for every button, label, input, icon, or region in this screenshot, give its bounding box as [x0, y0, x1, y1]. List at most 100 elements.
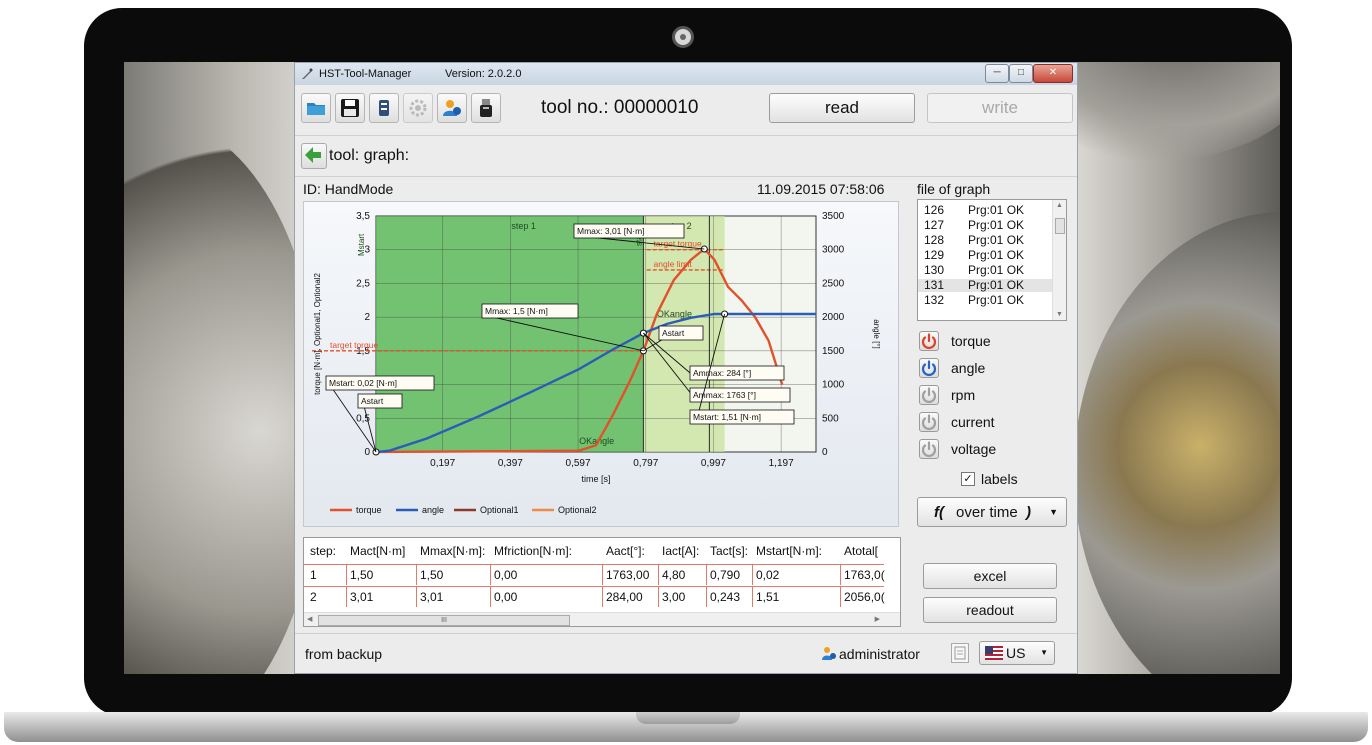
y2-tick-label: 3000 [822, 245, 845, 256]
x-tick-label: 0,797 [633, 458, 658, 469]
annotation-label: Ammax: 284 [°] [693, 368, 751, 378]
step-results-table[interactable]: step: Mact[N·m] Mmax[N·m]: Mfriction[N·m]: A… [303, 537, 901, 627]
back-button[interactable] [301, 143, 327, 169]
annotation-label: Mmax: 1,5 [N·m] [485, 306, 548, 316]
power-icon[interactable] [919, 412, 939, 432]
channel-label: torque [951, 333, 991, 349]
list-item[interactable]: 126 Prg:01 OK [918, 204, 1054, 217]
file-of-graph-list[interactable]: 126 Prg:01 OK 127 Prg:01 OK 128 Prg:01 OK 129 P… [917, 199, 1067, 321]
graph-datetime: 11.09.2015 07:58:06 [757, 181, 885, 197]
close-button[interactable]: ✕ [1033, 64, 1073, 83]
tool-number: tool no.: 00000010 [541, 97, 699, 118]
h-scroll-thumb[interactable]: III [318, 615, 570, 626]
table-cell: 2 [310, 590, 317, 604]
legend-label: Optional2 [558, 505, 597, 515]
user-icon [443, 100, 461, 116]
gear-image-right [1074, 212, 1280, 674]
table-header-cell: Iact[A]: [662, 544, 700, 558]
graph-number: 128 [924, 233, 945, 247]
notes-button[interactable] [951, 643, 969, 663]
graph-status: Prg:01 OK [968, 248, 1025, 262]
list-item[interactable]: 128 Prg:01 OK [918, 234, 1054, 247]
x-tick-label: 0,997 [701, 458, 726, 469]
table-row[interactable]: 2 3,01 3,01 0,00 284,00 3,00 0,243 1,51 2056,0( [304, 586, 885, 607]
graph-status: Prg:01 OK [968, 293, 1025, 307]
function-dropdown[interactable]: f( over time ) ▼ [917, 497, 1067, 527]
torque-angle-chart[interactable]: step 1step 20,1970,3970,5970,7970,9971,1… [304, 202, 898, 526]
function-text: over time [956, 504, 1018, 521]
table-row[interactable]: 1 1,50 1,50 0,00 1763,00 4,80 0,790 0,02 1763,0( [304, 564, 885, 585]
table-cell: 4,80 [662, 568, 686, 582]
y2-tick-label: 1500 [822, 346, 845, 357]
graph-status: Prg:01 OK [968, 233, 1025, 247]
graph-status: Prg:01 OK [968, 278, 1025, 292]
readout-button[interactable]: readout [923, 597, 1057, 623]
cell-separator [490, 565, 491, 585]
legend-label: Optional1 [480, 505, 519, 515]
list-item[interactable]: 130 Prg:01 OK [918, 264, 1054, 277]
app-window: HST-Tool-Manager Version: 2.0.2.0 ─ □ ✕ … [294, 62, 1078, 674]
table-horizontal-scrollbar[interactable]: ◀ III ▶ [304, 612, 900, 626]
floppy-disk-icon [341, 99, 359, 117]
breadcrumb-bar: tool: graph: [295, 135, 1077, 177]
graph-status: Prg:01 OK [968, 263, 1025, 277]
cell-separator [658, 565, 659, 585]
table-cell: 1 [310, 568, 317, 582]
annotation-label: Mmax: 3,01 [N·m] [577, 226, 645, 236]
device-icon [379, 100, 389, 116]
function-suffix: ) [1026, 504, 1031, 521]
cell-separator [658, 587, 659, 607]
x-tick-label: 0,597 [566, 458, 591, 469]
user-button[interactable] [437, 93, 467, 123]
app-version: Version: 2.0.2.0 [445, 68, 522, 80]
list-scrollbar[interactable]: ▲ ▼ [1052, 200, 1066, 320]
graph-panel: step 1step 20,1970,3970,5970,7970,9971,1… [303, 201, 899, 527]
graph-status: Prg:01 OK [968, 218, 1025, 232]
channel-label: current [951, 414, 995, 430]
labels-checkbox[interactable]: ✓ [961, 472, 975, 486]
table-header-cell: Mact[N·m] [350, 544, 406, 558]
list-item[interactable]: 131 Prg:01 OK [918, 279, 1054, 292]
cell-separator [490, 587, 491, 607]
device-button[interactable] [369, 93, 399, 123]
scroll-up-icon[interactable]: ▲ [1056, 202, 1063, 209]
power-icon[interactable] [919, 331, 939, 351]
y-tick-label: 2 [364, 312, 370, 323]
status-bar: from backup administrator US ▼ [295, 633, 1077, 674]
power-icon[interactable] [919, 385, 939, 405]
scroll-thumb[interactable] [1055, 218, 1065, 234]
list-item[interactable]: 127 Prg:01 OK [918, 219, 1054, 232]
settings-button[interactable] [403, 93, 433, 123]
language-dropdown[interactable]: US ▼ [979, 641, 1055, 665]
channel-label: angle [951, 360, 986, 376]
table-cell: 0,00 [494, 590, 518, 604]
reference-line-label: target torque [330, 340, 378, 350]
table-header-cell: Tact[s]: [710, 544, 749, 558]
write-button[interactable]: write [927, 93, 1073, 123]
save-button[interactable] [335, 93, 365, 123]
scroll-right-icon[interactable]: ▶ [875, 615, 880, 623]
usb-button[interactable] [471, 93, 501, 123]
list-item[interactable]: 129 Prg:01 OK [918, 249, 1054, 262]
x-tick-label: 1,197 [769, 458, 794, 469]
folder-icon [307, 103, 325, 115]
user-name: administrator [839, 646, 920, 662]
open-folder-button[interactable] [301, 93, 331, 123]
scroll-down-icon[interactable]: ▼ [1056, 311, 1063, 318]
scroll-left-icon[interactable]: ◀ [307, 615, 312, 623]
power-icon[interactable] [919, 358, 939, 378]
graph-number: 127 [924, 218, 945, 232]
power-icon[interactable] [919, 439, 939, 459]
minimize-button[interactable]: ─ [985, 64, 1009, 83]
table-cell: 1,50 [350, 568, 374, 582]
annotation-label: Astart [361, 396, 384, 406]
cell-separator [840, 587, 841, 607]
table-header-cell: Atotal[ [844, 544, 879, 558]
step-region [376, 216, 644, 452]
y2-axis-label: angle [°] [872, 319, 881, 348]
maximize-button[interactable]: □ [1009, 64, 1033, 83]
read-button[interactable]: read [769, 93, 915, 123]
table-cell: 3,01 [350, 590, 374, 604]
excel-button[interactable]: excel [923, 563, 1057, 589]
list-item[interactable]: 132 Prg:01 OK [918, 294, 1054, 307]
